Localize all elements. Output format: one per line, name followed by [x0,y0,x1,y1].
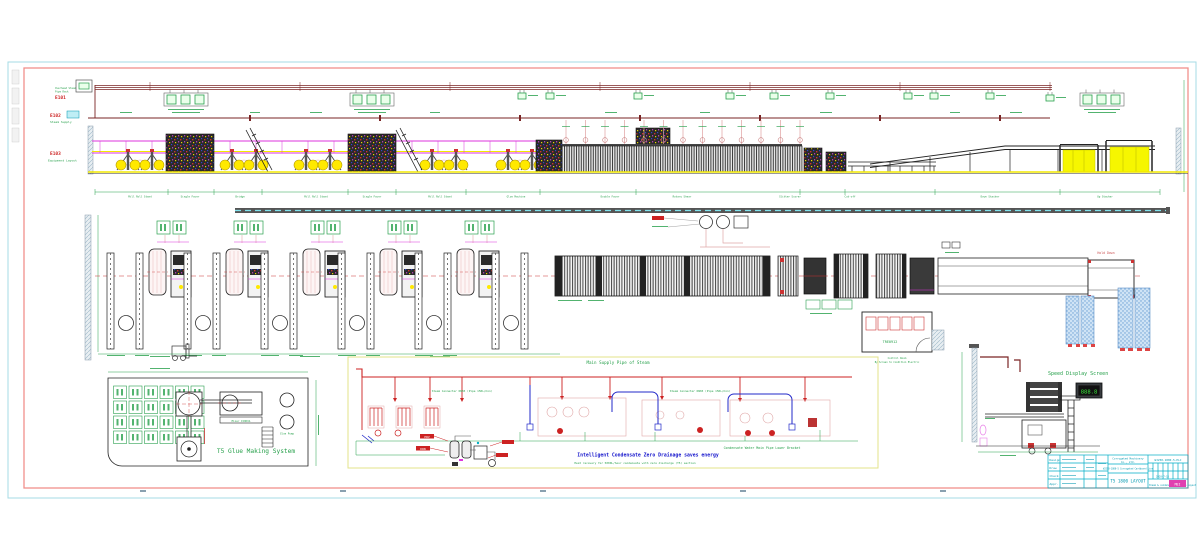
machine-label: Rotary Shear [673,195,692,199]
drawing-canvas: Overhead Steam Pipe Rack E101 E102 Steam… [0,0,1200,557]
field-design: Design [1050,458,1061,462]
stacker-loads [1059,141,1153,173]
machine-label: Mill Roll Stand [428,195,452,199]
title-block: Design Draw Check Appr. Corrugated Machi… [1048,455,1197,488]
machine-label: Double Facer [601,195,620,199]
recovery-unit [450,436,496,467]
machine-label: Glue Machine [507,195,526,199]
steam-supply-tag [67,111,79,118]
connector-label-1: Steam Connector DN65 (Pipe 150L/min) [432,389,493,393]
micro-annotations [120,112,1022,113]
field-draw: Draw [1050,466,1057,470]
machine-label: Cut-off [845,195,856,199]
drawing-name: T5 1800 LAYOUT [1110,479,1146,484]
steam-title: Main Supply Pipe of Steam [586,360,650,365]
mixer-label: Mixer 150KVA [232,419,251,423]
machine-label: Mill Roll Stand [304,195,328,199]
field-appr: Appr. [1050,482,1059,486]
row2-code: E102 [50,113,61,119]
control-room-caption-1: Control Room [888,356,907,360]
company-line2: Co., Ltd. [1121,460,1135,464]
machine-label: Mill Roll Stand [128,195,152,199]
valve-tag-1: PRV [424,435,430,439]
machine-label: Single Facer [363,195,382,199]
speed-display-value: 888.8 [1081,390,1098,396]
row3-code: E103 [50,151,61,157]
row1-caption-1: Overhead Steam [55,86,77,90]
control-room-caption-2: By Screen to Condition Electric [875,361,920,364]
connector-label-2: Steam Connector DN65 (Pipe 150L/min) [670,389,731,393]
hold-down-label: Hold Down [1097,251,1114,255]
logo-text: MEI [1175,482,1181,486]
edge-note-strip [12,70,19,142]
glue-room: Mixer 150KVA Glue Pump T5 Glue Making Sy… [108,368,319,466]
company-line1: Corrugated Machinery [1112,457,1144,461]
machine-labels: Mill Roll Stand Single Facer Bridge Mill… [128,195,1113,199]
row2-caption: Steam Supply [50,120,72,124]
machine-label: Down Stacker [981,195,1000,199]
control-room: TRE0912 Control Room By Screen to Condit… [862,312,944,364]
glue-room-title: T5 Glue Making System [217,448,296,455]
control-room-code: TRE0912 [883,340,898,344]
steam-highlight: Intelligent Condensate Zero Drainage sav… [577,453,719,459]
drawing-date: 2020-7-15 [1156,476,1170,479]
row1-caption-2: Pipe Rack [55,90,69,94]
side-view: Speed Display Screen 888.8 [962,344,1108,456]
field-check: Check [1050,474,1059,478]
elevation-view: Mill Roll Stand Single Facer Bridge Mill… [76,80,1188,199]
machine-label: Bridge [235,195,245,199]
glue-station [652,216,770,248]
row1-code: E101 [55,95,66,101]
row-labels: Overhead Steam Pipe Rack E101 E102 Steam… [48,86,79,163]
valve-tag-2: DRN [420,447,426,451]
machine-label: Single Facer [181,195,200,199]
project-name: WJ250-1800-5 Corrugated Cardboard Line [1103,468,1154,471]
steam-subnote: Heat recovery for 5000L/hour condensate … [574,461,696,465]
machine-label: Slitter Scorer [779,195,801,199]
plan-view: Hold Down TRE0912 Control Room By Screen [85,207,1170,364]
cad-viewport: Overhead Steam Pipe Rack E101 E102 Steam… [0,0,1200,557]
grid-ticks [140,490,946,492]
row3-caption: Equipment Layout [48,159,77,163]
pump-label: Glue Pump [280,432,294,436]
steam-diagram: Main Supply Pipe of Steam Steam Connecto… [348,357,878,468]
speed-screen-label: Speed Display Screen [1048,371,1108,377]
model-number: WJ250-1800-5-PLC [1155,458,1182,462]
machine-label: Up Stacker [1097,195,1113,199]
condensate-label: Condensate Water Main Pipe Lower Bracket [724,446,801,450]
speed-display: 888.8 [1076,383,1102,398]
